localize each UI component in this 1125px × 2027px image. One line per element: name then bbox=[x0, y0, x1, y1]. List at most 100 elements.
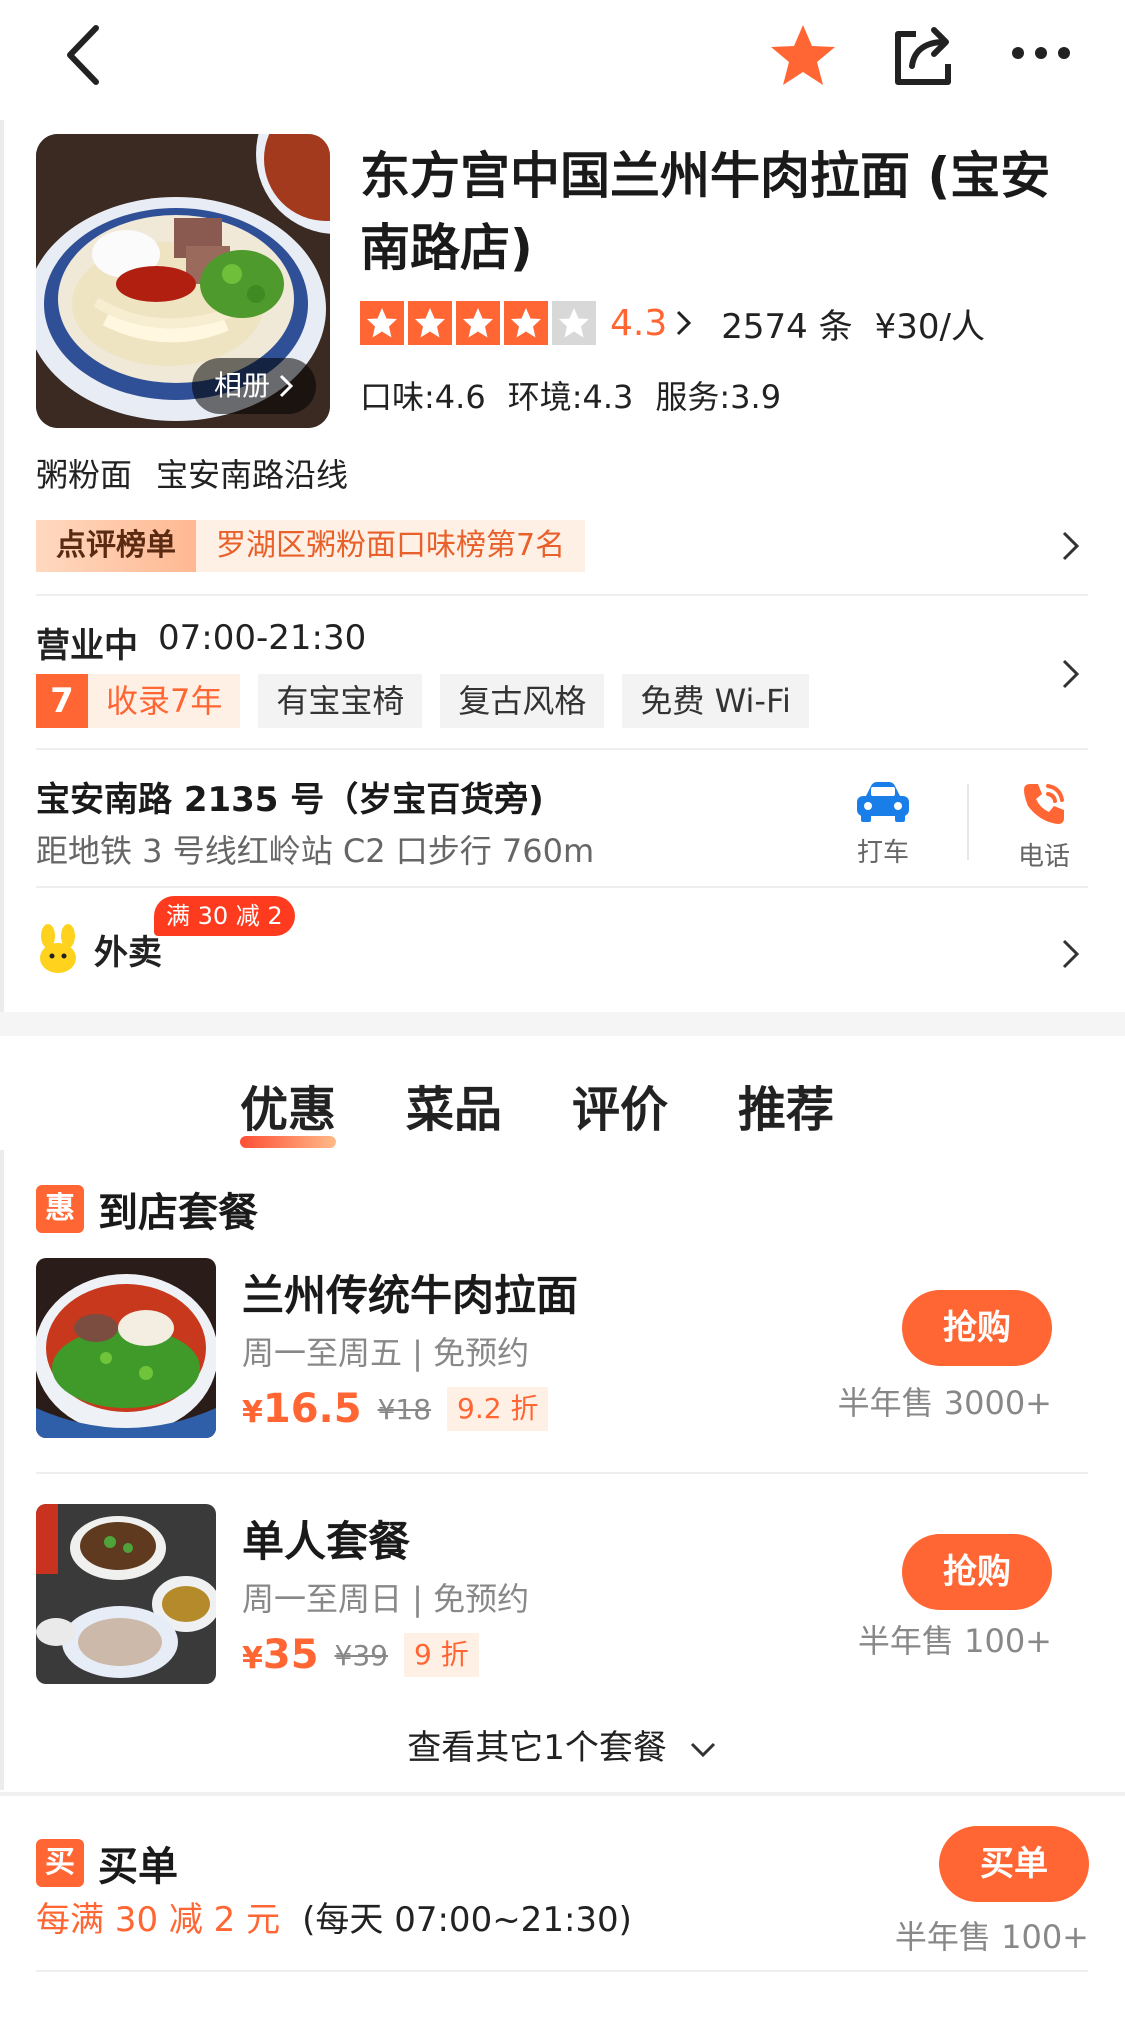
favorite-star-icon[interactable] bbox=[768, 20, 838, 90]
section-gap bbox=[0, 1012, 1125, 1036]
divider bbox=[36, 1472, 1088, 1474]
deal-item[interactable]: 单人套餐 周一至周日 | 免预约 ¥35 ¥39 9 折 抢购 半年售 100+ bbox=[36, 1504, 1088, 1684]
score-service: 服务:3.9 bbox=[655, 378, 782, 416]
feature-chip: 免费 Wi-Fi bbox=[622, 674, 809, 728]
deal-photo bbox=[36, 1258, 216, 1438]
deal-original-price: ¥39 bbox=[334, 1638, 388, 1672]
deal-prices: ¥35 ¥39 9 折 bbox=[242, 1632, 479, 1678]
rating-value: 4.3 bbox=[610, 302, 668, 344]
category-tags: 粥粉面 宝安南路沿线 bbox=[36, 450, 348, 496]
ranking-label: 点评榜单 bbox=[36, 520, 196, 572]
chevron-right-icon[interactable] bbox=[1060, 528, 1082, 564]
delivery-mascot-icon bbox=[40, 924, 76, 973]
deal-discount: 9.2 折 bbox=[447, 1387, 549, 1431]
taxi-label: 打车 bbox=[856, 838, 909, 868]
left-edge-rule bbox=[0, 120, 4, 1020]
feature-tags: 7 收录7年 有宝宝椅 复古风格 免费 Wi-Fi bbox=[36, 674, 809, 728]
deal-prices: ¥16.5 ¥18 9.2 折 bbox=[242, 1386, 549, 1432]
pay-icon: 买 bbox=[36, 1839, 84, 1887]
divider bbox=[36, 748, 1088, 750]
subway-distance: 距地铁 3 号线红岭站 C2 口步行 760m bbox=[36, 832, 595, 870]
pay-section-title: 买单 bbox=[98, 1844, 178, 1890]
shop-photo[interactable]: 相册 bbox=[36, 134, 330, 428]
divider bbox=[36, 1970, 1088, 1972]
chevron-right-icon[interactable] bbox=[1060, 656, 1082, 692]
years-badge: 7 收录7年 bbox=[36, 674, 241, 728]
star-icon bbox=[360, 301, 404, 345]
tab-offers[interactable]: 优惠 bbox=[240, 1070, 337, 1148]
album-label: 相册 bbox=[213, 369, 270, 402]
chevron-down-icon bbox=[690, 1742, 715, 1757]
star-icon bbox=[408, 301, 452, 345]
car-icon bbox=[857, 782, 909, 822]
divider bbox=[36, 594, 1088, 596]
more-icon[interactable] bbox=[1008, 30, 1074, 76]
deal-price-value: 35 bbox=[262, 1632, 319, 1678]
sub-scores: 口味:4.6 环境:4.3 服务:3.9 bbox=[360, 372, 781, 418]
delivery-row[interactable]: 外卖 bbox=[36, 924, 162, 974]
feature-chip: 有宝宝椅 bbox=[258, 674, 423, 728]
pay-hours: (每天 07:00~21:30) bbox=[302, 1900, 632, 1940]
content-tabs: 优惠 菜品 评价 推荐 bbox=[240, 1070, 834, 1148]
price-per-person: ¥30/人 bbox=[874, 306, 985, 347]
address[interactable]: 宝安南路 2135 号（岁宝百货旁) bbox=[36, 772, 544, 821]
open-status: 营业中 bbox=[36, 626, 138, 666]
left-edge-rule bbox=[0, 1150, 4, 1790]
pay-bill-button[interactable]: 买单 bbox=[939, 1826, 1089, 1902]
deal-price-value: 16.5 bbox=[262, 1386, 362, 1432]
top-bar bbox=[0, 0, 1125, 110]
grab-deal-button[interactable]: 抢购 bbox=[902, 1534, 1052, 1610]
pay-promo: 每满 30 减 2 元 (每天 07:00~21:30) bbox=[36, 1892, 632, 1941]
feature-chip: 复古风格 bbox=[440, 674, 605, 728]
deal-discount: 9 折 bbox=[404, 1633, 479, 1677]
share-icon[interactable] bbox=[888, 20, 958, 90]
score-environment: 环境:4.3 bbox=[507, 378, 634, 416]
years-text: 收录7年 bbox=[106, 682, 223, 720]
tab-recommend[interactable]: 推荐 bbox=[738, 1070, 834, 1140]
deal-terms: 周一至周日 | 免预约 bbox=[242, 1580, 530, 1618]
star-icon bbox=[504, 301, 548, 345]
package-section-header: 惠 到店套餐 bbox=[36, 1180, 258, 1238]
shop-title: 东方宫中国兰州牛肉拉面 (宝安南路店) bbox=[360, 147, 1051, 277]
delivery-promo-badge: 满 30 减 2 bbox=[154, 896, 295, 936]
section-divider bbox=[0, 1792, 1125, 1796]
divider bbox=[36, 886, 1088, 888]
album-button[interactable]: 相册 bbox=[191, 358, 316, 414]
more-packages-label: 查看其它1个套餐 bbox=[407, 1728, 667, 1768]
deal-sold-count: 半年售 100+ bbox=[857, 1622, 1052, 1660]
phone-icon bbox=[1024, 784, 1064, 824]
deal-photo bbox=[36, 1504, 216, 1684]
package-section-title: 到店套餐 bbox=[98, 1190, 258, 1236]
score-taste: 口味:4.6 bbox=[360, 378, 486, 416]
tab-dishes[interactable]: 菜品 bbox=[406, 1070, 502, 1140]
star-rating bbox=[360, 301, 596, 345]
currency-symbol: ¥ bbox=[242, 1395, 263, 1430]
deal-price: ¥16.5 bbox=[242, 1386, 362, 1432]
star-empty-icon bbox=[552, 301, 596, 345]
taxi-button[interactable]: 打车 bbox=[838, 780, 928, 869]
deal-price: ¥35 bbox=[242, 1632, 319, 1678]
phone-button[interactable]: 电话 bbox=[999, 780, 1089, 873]
pay-sold-count: 半年售 100+ bbox=[894, 1918, 1089, 1956]
category-tag: 粥粉面 bbox=[36, 456, 133, 494]
phone-label: 电话 bbox=[1017, 842, 1070, 872]
review-count: 2574 条 bbox=[721, 306, 853, 347]
deal-terms: 周一至周五 | 免预约 bbox=[242, 1334, 530, 1372]
deal-item[interactable]: 兰州传统牛肉拉面 周一至周五 | 免预约 ¥16.5 ¥18 9.2 折 抢购 … bbox=[36, 1258, 1088, 1438]
business-hours[interactable]: 营业中 07:00-21:30 bbox=[36, 618, 366, 667]
tab-reviews[interactable]: 评价 bbox=[572, 1070, 668, 1140]
ranking-badge[interactable]: 点评榜单 罗湖区粥粉面口味榜第7名 bbox=[36, 520, 586, 572]
deal-original-price: ¥18 bbox=[377, 1392, 432, 1426]
years-number: 7 bbox=[36, 674, 88, 728]
star-icon bbox=[456, 301, 500, 345]
more-packages-link[interactable]: 查看其它1个套餐 bbox=[0, 1720, 1125, 1769]
discount-icon: 惠 bbox=[36, 1185, 84, 1233]
deal-name: 兰州传统牛肉拉面 bbox=[242, 1271, 579, 1320]
chevron-right-icon[interactable] bbox=[1060, 936, 1082, 972]
grab-deal-button[interactable]: 抢购 bbox=[902, 1290, 1052, 1366]
rating-row[interactable]: 4.3 2574 条 ¥30/人 bbox=[360, 298, 985, 348]
deal-sold-count: 半年售 3000+ bbox=[837, 1384, 1052, 1422]
back-icon[interactable] bbox=[58, 20, 118, 90]
currency-symbol: ¥ bbox=[242, 1641, 263, 1676]
chevron-right-icon bbox=[677, 310, 692, 336]
